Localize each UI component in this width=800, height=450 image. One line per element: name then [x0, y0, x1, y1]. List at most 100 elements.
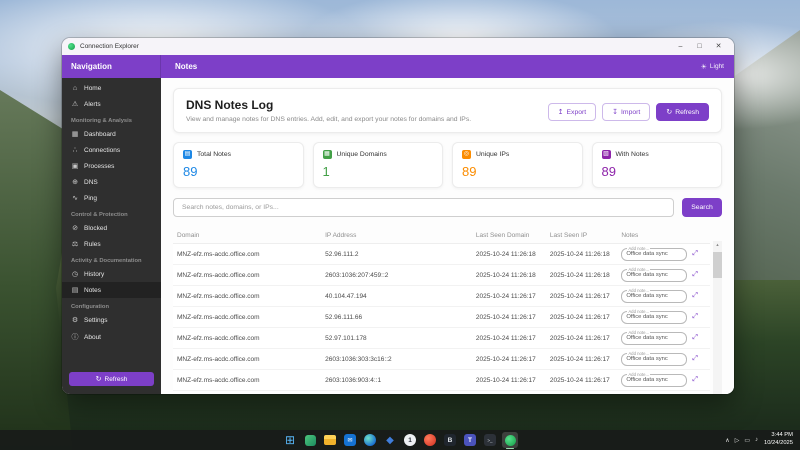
minimize-button[interactable]: –: [671, 38, 690, 55]
taskbar-item-one-password[interactable]: 1: [402, 432, 418, 448]
system-tray: ∧ ▷ ▭ ♪ 3:44 PM 10/24/2025: [725, 432, 800, 447]
import-button[interactable]: ↧Import: [602, 103, 650, 121]
column-header-last-seen-ip: Last Seen IP: [550, 232, 621, 239]
blocked-icon: ⊘: [71, 224, 79, 232]
taskbar-item-box-app[interactable]: ◆: [382, 432, 398, 448]
cell-notes: Add note...⤢: [621, 248, 706, 261]
expand-note-icon[interactable]: ⤢: [692, 313, 698, 321]
speaker-icon[interactable]: ♪: [755, 437, 758, 443]
box-app-icon: ◆: [386, 435, 394, 446]
refresh-icon: [96, 375, 102, 383]
expand-note-icon[interactable]: ⤢: [692, 250, 698, 258]
table-row: MNZ-efz.ms-acdc.office.com2603:1036:207:…: [173, 265, 710, 286]
sidebar-item-processes[interactable]: ▣ Processes: [62, 158, 161, 174]
sidebar-item-connections[interactable]: ∴Connections: [62, 142, 161, 158]
refresh-button[interactable]: ↻Refresh: [656, 103, 709, 121]
note-input[interactable]: [626, 377, 682, 383]
window-title: Connection Explorer: [80, 43, 139, 50]
theme-toggle[interactable]: Light: [701, 63, 724, 71]
network-icon[interactable]: ▷: [735, 437, 740, 444]
sidebar-item-settings[interactable]: ⚙Settings: [62, 312, 161, 328]
close-button[interactable]: ✕: [709, 38, 728, 55]
taskbar-item-b-app[interactable]: B: [442, 432, 458, 448]
note-field-label: Add note...: [627, 267, 650, 272]
export-button[interactable]: ↥Export: [548, 103, 597, 121]
note-input[interactable]: [626, 356, 682, 362]
sidebar-refresh-button[interactable]: Refresh: [69, 372, 154, 386]
ip-icon: ◎: [462, 150, 471, 159]
sidebar-item-dns[interactable]: ⊕DNS: [62, 174, 161, 190]
expand-note-icon[interactable]: ⤢: [692, 376, 698, 384]
sidebar-item-alerts[interactable]: ⚠Alerts: [62, 96, 161, 112]
search-button[interactable]: Search: [682, 198, 722, 217]
scroll-up-icon[interactable]: [716, 242, 720, 247]
taskbar-item-widgets[interactable]: [302, 432, 318, 448]
sidebar-item-dashboard[interactable]: ▦Dashboard: [62, 126, 161, 142]
cell-last-seen-domain: 2025-10-24 11:26:17: [476, 314, 550, 321]
taskbar-item-terminal[interactable]: >_: [482, 432, 498, 448]
processes-icon: ▣: [71, 162, 79, 170]
expand-note-icon[interactable]: ⤢: [692, 334, 698, 342]
taskbar-item-teams[interactable]: T: [462, 432, 478, 448]
cell-last-seen-domain: 2025-10-24 11:26:18: [476, 251, 550, 258]
cell-ip-address: 2603:1036:207:459::2: [325, 272, 476, 279]
chevron-up-icon[interactable]: ∧: [725, 437, 729, 444]
sidebar-item-label: Processes: [84, 163, 114, 170]
note-input[interactable]: [626, 293, 682, 299]
cell-last-seen-ip: 2025-10-24 11:26:18: [550, 251, 621, 258]
cell-ip-address: 52.96.111.66: [325, 314, 476, 321]
table-row: MNZ-efz.ms-acdc.office.com52.96.111.2202…: [173, 244, 710, 265]
taskbar-item-connection-explorer[interactable]: [502, 432, 518, 448]
taskbar-item-file-explorer[interactable]: [322, 432, 338, 448]
cell-domain: MNZ-efz.ms-acdc.office.com: [177, 251, 325, 258]
sidebar-item-home[interactable]: ⌂Home: [62, 81, 161, 96]
sidebar-nav: ⌂Home⚠AlertsMonitoring & Analysis▦Dashbo…: [62, 81, 161, 346]
rules-icon: ⚖: [71, 240, 79, 248]
scrollbar-thumb[interactable]: [713, 252, 722, 278]
cell-notes: Add note... ⤢: [621, 311, 706, 324]
note-input[interactable]: [626, 251, 682, 257]
sidebar-item-blocked[interactable]: ⊘Blocked: [62, 220, 161, 236]
note-icon: ▤: [183, 150, 192, 159]
window-titlebar[interactable]: Connection Explorer – □ ✕: [62, 38, 734, 55]
stat-card-unique-domains: ▦Unique Domains1: [313, 142, 444, 188]
taskbar-clock[interactable]: 3:44 PM 10/24/2025: [764, 432, 793, 447]
stat-card-header: ▧With Notes: [602, 150, 713, 159]
sidebar-item-ping[interactable]: ∿Ping: [62, 190, 161, 206]
cell-notes: Add note...⤢: [621, 374, 706, 387]
expand-note-icon[interactable]: ⤢: [692, 292, 698, 300]
note-field-label: Add note...: [627, 288, 650, 293]
taskbar-item-start[interactable]: ⊞: [282, 432, 298, 448]
window-controls: – □ ✕: [671, 38, 728, 55]
expand-note-icon[interactable]: ⤢: [692, 271, 698, 279]
taskbar-item-edge[interactable]: [362, 432, 378, 448]
table-scrollbar[interactable]: [713, 241, 722, 394]
expand-note-icon[interactable]: ⤢: [692, 355, 698, 363]
search-bar: Search: [173, 198, 722, 217]
note-field-label: Add note...: [627, 330, 650, 335]
sidebar-item-history[interactable]: ◷History: [62, 266, 161, 282]
note-input[interactable]: [626, 314, 682, 320]
note-input[interactable]: [626, 272, 682, 278]
sidebar-item-label: Dashboard: [84, 131, 116, 138]
search-input[interactable]: [173, 198, 674, 217]
cell-last-seen-ip: 2025-10-24 11:26:17: [550, 335, 621, 342]
maximize-button[interactable]: □: [690, 38, 709, 55]
connections-icon: ∴: [71, 146, 79, 154]
cell-last-seen-ip: 2025-10-24 11:26:18: [550, 272, 621, 279]
ping-icon: ∿: [71, 194, 79, 202]
sidebar-item-rules[interactable]: ⚖Rules: [62, 236, 161, 252]
note-field-label: Add note...: [627, 309, 650, 314]
sidebar-item-label: Notes: [84, 287, 101, 294]
display-icon[interactable]: ▭: [744, 437, 750, 444]
sidebar-item-notes[interactable]: ▤Notes: [62, 282, 161, 298]
sidebar-item-label: History: [84, 271, 104, 278]
sidebar-title: Navigation: [62, 55, 161, 78]
taskbar-item-outlook[interactable]: ✉: [342, 432, 358, 448]
note-input[interactable]: [626, 335, 682, 341]
sidebar-item-about[interactable]: ⓘAbout: [62, 328, 161, 346]
note-field: Add note...: [621, 290, 687, 303]
sidebar-section-label: Activity & Documentation: [62, 252, 161, 266]
main-content: DNS Notes Log View and manage notes for …: [161, 78, 734, 394]
taskbar-item-red-app[interactable]: [422, 432, 438, 448]
